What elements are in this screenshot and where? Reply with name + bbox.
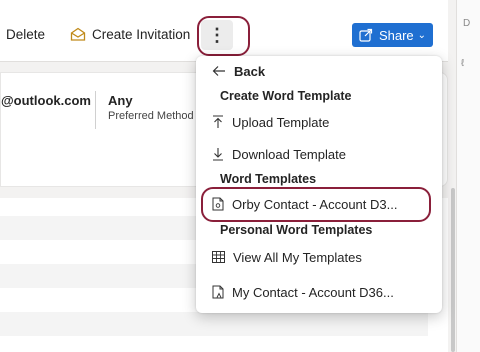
more-commands-menu: Back Create Word Template Upload Templat… (196, 56, 442, 313)
create-word-template-heading: Create Word Template (220, 89, 352, 103)
arrow-up-icon (213, 115, 223, 128)
side-pane-mark: D (463, 18, 471, 29)
back-label: Back (234, 63, 266, 79)
download-template-item[interactable]: Download Template (212, 145, 346, 163)
chevron-down-icon: ⌄ (417, 29, 427, 41)
download-template-label: Download Template (232, 146, 346, 162)
share-label: Share (378, 27, 414, 43)
my-contact-label: My Contact - Account D36... (232, 284, 394, 300)
arrow-left-icon (212, 66, 225, 76)
side-pane-mark: ℓ (461, 58, 465, 69)
share-icon (359, 28, 373, 42)
document-person-icon (212, 285, 224, 299)
side-pane: D ℓ (456, 0, 480, 352)
delete-button[interactable]: Delete (6, 22, 45, 46)
menu-back[interactable]: Back (212, 62, 265, 80)
upload-template-label: Upload Template (232, 114, 330, 130)
scrollbar-thumb[interactable] (451, 188, 455, 352)
contact-email: @outlook.com (1, 93, 91, 108)
word-templates-heading: Word Templates (220, 172, 317, 186)
create-invitation-button[interactable]: Create Invitation (70, 22, 190, 46)
arrow-down-icon (213, 148, 223, 161)
divider (95, 91, 96, 129)
share-button[interactable]: Share ⌄ (352, 23, 433, 47)
highlight-more-button (197, 16, 250, 56)
preferred-method-value: Any (108, 93, 133, 108)
preferred-method-label: Preferred Method o (108, 110, 203, 122)
personal-word-templates-heading: Personal Word Templates (220, 223, 373, 237)
table-grid-icon (212, 251, 225, 263)
view-all-templates-label: View All My Templates (233, 249, 362, 265)
view-all-templates-item[interactable]: View All My Templates (212, 248, 362, 266)
grid-row[interactable] (0, 312, 428, 336)
envelope-open-icon (70, 27, 86, 41)
create-invitation-label: Create Invitation (92, 26, 191, 42)
my-contact-template-item[interactable]: My Contact - Account D36... (212, 283, 394, 301)
delete-label: Delete (6, 26, 46, 42)
highlight-orby-contact (201, 187, 431, 222)
upload-template-item[interactable]: Upload Template (212, 113, 329, 131)
